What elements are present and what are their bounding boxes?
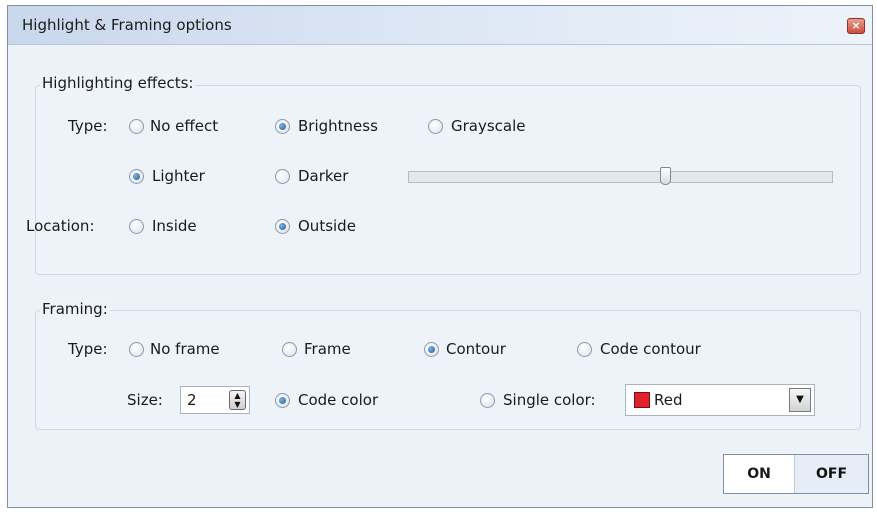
size-stepper[interactable]: 2 ▲ ▼	[180, 386, 250, 414]
brightness-slider-track[interactable]	[408, 171, 833, 183]
radio-inside-label[interactable]: Inside	[152, 217, 197, 235]
radio-grayscale-label[interactable]: Grayscale	[451, 117, 526, 135]
on-off-toggle[interactable]: ON OFF	[723, 454, 869, 494]
brightness-slider-thumb[interactable]	[660, 167, 671, 185]
radio-grayscale[interactable]	[428, 119, 443, 134]
radio-outside-label[interactable]: Outside	[298, 217, 356, 235]
radio-lighter[interactable]	[129, 169, 144, 184]
radio-no-effect-label[interactable]: No effect	[150, 117, 218, 135]
radio-single-color[interactable]	[480, 393, 495, 408]
radio-no-frame[interactable]	[129, 342, 144, 357]
radio-code-contour[interactable]	[577, 342, 592, 357]
close-icon[interactable]: ×	[847, 18, 865, 34]
radio-frame-label[interactable]: Frame	[304, 340, 351, 358]
toggle-off-button[interactable]: OFF	[795, 455, 868, 493]
radio-brightness-label[interactable]: Brightness	[298, 117, 378, 135]
window-title: Highlight & Framing options	[22, 16, 232, 34]
size-value[interactable]: 2	[187, 391, 197, 409]
chevron-down-icon[interactable]: ▼	[789, 388, 811, 412]
up-down-arrow-icon[interactable]: ▲ ▼	[229, 390, 246, 410]
radio-outside[interactable]	[275, 219, 290, 234]
radio-inside[interactable]	[129, 219, 144, 234]
radio-frame[interactable]	[282, 342, 297, 357]
options-dialog: Highlight & Framing options × Highlighti…	[7, 5, 873, 508]
radio-lighter-label[interactable]: Lighter	[152, 167, 205, 185]
framing-type-label: Type:	[68, 340, 108, 358]
framing-legend: Framing:	[40, 300, 110, 318]
single-color-select[interactable]: Red ▼	[625, 384, 815, 416]
window-left-edge	[0, 5, 7, 512]
location-label: Location:	[26, 217, 95, 235]
radio-code-color[interactable]	[275, 393, 290, 408]
radio-code-color-label[interactable]: Code color	[298, 391, 378, 409]
radio-contour-label[interactable]: Contour	[446, 340, 506, 358]
radio-darker[interactable]	[275, 169, 290, 184]
size-label: Size:	[127, 391, 163, 409]
color-swatch	[634, 392, 650, 408]
radio-no-frame-label[interactable]: No frame	[150, 340, 220, 358]
toggle-on-button[interactable]: ON	[724, 455, 795, 493]
highlighting-effects-legend: Highlighting effects:	[40, 74, 196, 92]
single-color-value: Red	[654, 391, 683, 409]
title-bar[interactable]: Highlight & Framing options ×	[8, 6, 872, 45]
radio-no-effect[interactable]	[129, 119, 144, 134]
radio-brightness[interactable]	[275, 119, 290, 134]
radio-contour[interactable]	[424, 342, 439, 357]
radio-single-color-label[interactable]: Single color:	[503, 391, 596, 409]
radio-darker-label[interactable]: Darker	[298, 167, 348, 185]
radio-code-contour-label[interactable]: Code contour	[600, 340, 701, 358]
highlight-type-label: Type:	[68, 117, 108, 135]
